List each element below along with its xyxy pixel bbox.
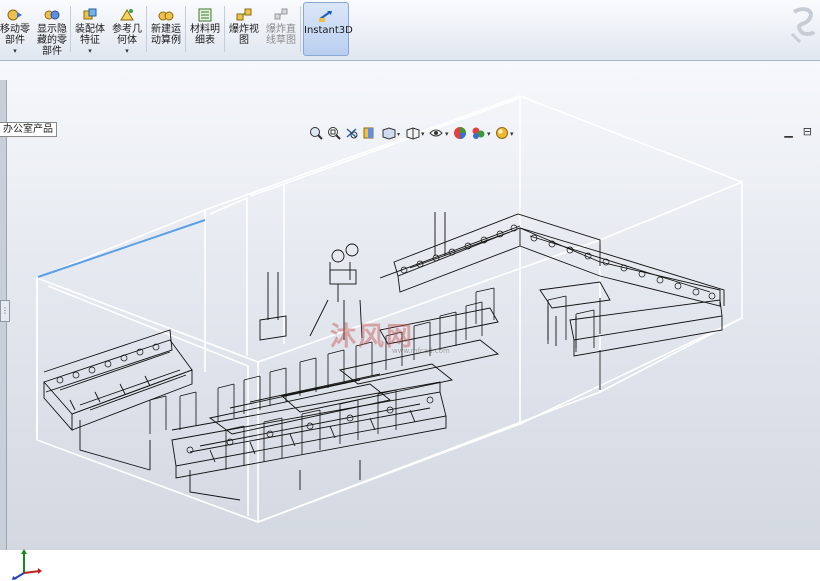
chevron-down-icon[interactable]: ▾ bbox=[0, 47, 30, 55]
move-component-icon bbox=[7, 9, 22, 21]
show-hidden-icon bbox=[44, 10, 60, 20]
document-tab[interactable]: 办公室产品 bbox=[0, 122, 57, 137]
command-manager-toolbar: 移动零 部件 ▾ 显示隐 藏的零 部件 装配体 特征 ▾ 参考几 何体 ▾ 新建… bbox=[0, 0, 820, 61]
view-settings-icon[interactable]: ▾ bbox=[494, 126, 516, 140]
chevron-down-icon[interactable]: ▾ bbox=[73, 47, 107, 55]
section-view-icon[interactable] bbox=[362, 126, 378, 140]
bom-icon bbox=[198, 8, 212, 22]
graphics-area[interactable]: 办公室产品 ▾ ▾ ▾ ▾ ▾ ▁ ⊟ 沐风网 www.mfcad.com bbox=[0, 61, 820, 580]
zoom-area-icon[interactable] bbox=[326, 126, 342, 140]
heads-up-view-toolbar: ▾ ▾ ▾ ▾ ▾ bbox=[308, 125, 516, 141]
restore-button[interactable]: ⊟ bbox=[803, 125, 812, 138]
svg-text:▾: ▾ bbox=[397, 131, 400, 138]
exploded-view-icon bbox=[236, 8, 252, 21]
assembly-feature-icon bbox=[83, 8, 97, 20]
toolbar-separator bbox=[70, 6, 71, 52]
view-orientation-icon[interactable]: ▾ bbox=[380, 126, 402, 140]
explode-line-sketch-icon bbox=[274, 8, 288, 20]
move-component-button[interactable]: 移动零 部件 ▾ bbox=[0, 2, 30, 56]
previous-view-icon[interactable] bbox=[344, 126, 360, 140]
svg-text:▾: ▾ bbox=[421, 130, 425, 138]
exploded-view-button[interactable]: 爆炸视 图 bbox=[227, 2, 261, 56]
show-hidden-components-button[interactable]: 显示隐 藏的零 部件 bbox=[34, 2, 70, 57]
apply-scene-icon[interactable]: ▾ bbox=[470, 126, 492, 140]
svg-text:▾: ▾ bbox=[445, 130, 449, 138]
assembly-feature-button[interactable]: 装配体 特征 ▾ bbox=[73, 2, 107, 56]
selected-edge bbox=[37, 219, 206, 278]
furniture-wireframe bbox=[43, 212, 725, 501]
zoom-to-fit-icon[interactable] bbox=[308, 126, 324, 140]
toolbar-separator bbox=[185, 6, 186, 52]
display-style-icon[interactable]: ▾ bbox=[404, 126, 426, 140]
solidworks-logo bbox=[790, 7, 816, 44]
instant3d-icon bbox=[319, 11, 332, 22]
minimize-button[interactable]: ▁ bbox=[784, 125, 792, 138]
toolbar-separator bbox=[300, 6, 301, 52]
room-box bbox=[36, 95, 743, 523]
window-controls: ▁ ⊟ bbox=[784, 125, 812, 138]
motion-study-icon bbox=[158, 11, 174, 21]
svg-text:▾: ▾ bbox=[487, 130, 491, 138]
svg-text:▾: ▾ bbox=[510, 130, 514, 138]
new-motion-study-button[interactable]: 新建运 动算例 bbox=[149, 2, 183, 56]
chevron-down-icon[interactable]: ▾ bbox=[110, 47, 144, 55]
instant3d-button[interactable]: Instant3D bbox=[303, 2, 353, 56]
hide-show-items-icon[interactable]: ▾ bbox=[428, 126, 450, 140]
edit-appearance-icon[interactable] bbox=[452, 126, 468, 140]
explode-line-sketch-button[interactable]: 爆炸直 线草图 bbox=[263, 2, 299, 56]
toolbar-separator bbox=[224, 6, 225, 52]
reference-geometry-button[interactable]: 参考几 何体 ▾ bbox=[110, 2, 144, 56]
bill-of-materials-button[interactable]: 材料明 细表 bbox=[188, 2, 222, 56]
reference-triad bbox=[12, 549, 42, 580]
reference-geometry-icon bbox=[120, 9, 134, 21]
panel-collapse-handle[interactable]: ⋮ bbox=[0, 300, 10, 322]
watermark-url: www.mfcad.com bbox=[392, 347, 450, 355]
toolbar-separator bbox=[146, 6, 147, 52]
